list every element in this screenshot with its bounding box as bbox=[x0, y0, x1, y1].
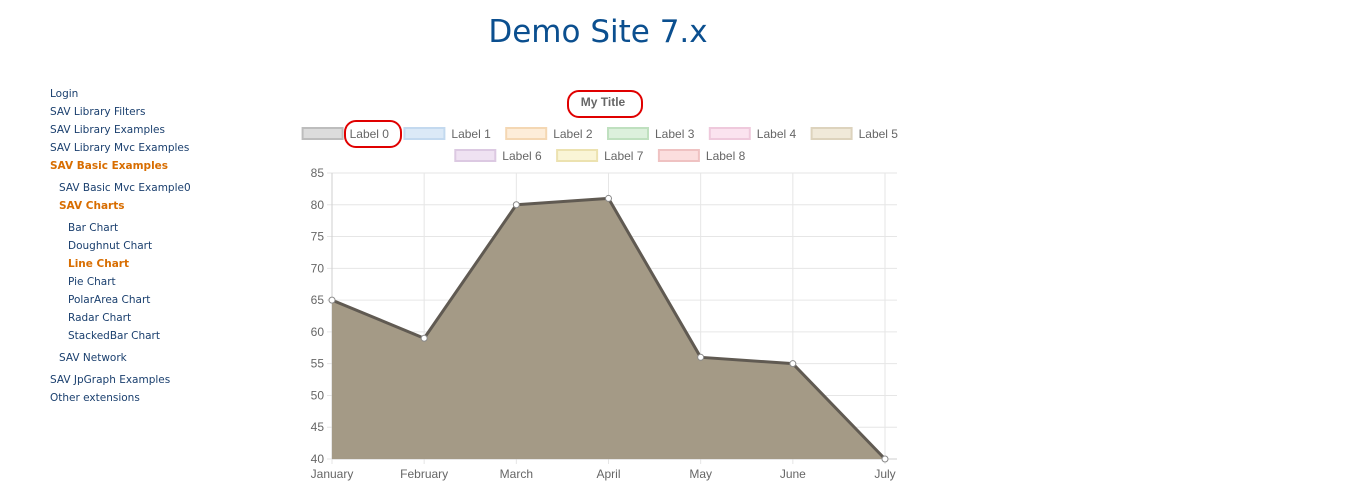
legend-label-0: Label 0 bbox=[350, 127, 390, 141]
y-tick-label-7: 75 bbox=[311, 230, 325, 244]
y-tick-label-9: 85 bbox=[311, 166, 325, 180]
y-tick-label-3: 55 bbox=[311, 357, 325, 371]
chart-title: My Title bbox=[581, 95, 626, 109]
legend-label-7: Label 7 bbox=[604, 149, 644, 163]
y-tick-label-4: 60 bbox=[311, 325, 325, 339]
legend-swatch-2 bbox=[505, 127, 548, 140]
legend-label-5: Label 5 bbox=[859, 127, 899, 141]
y-tick-label-2: 50 bbox=[311, 388, 325, 402]
site-title: Demo Site 7.x bbox=[488, 14, 708, 50]
legend-swatch-4 bbox=[708, 127, 751, 140]
nav-item-polararea-chart[interactable]: PolarArea Chart bbox=[68, 294, 150, 306]
x-tick-label-2: March bbox=[500, 467, 533, 481]
x-tick-label-3: April bbox=[596, 467, 620, 481]
nav-item-sav-library-examples[interactable]: SAV Library Examples bbox=[50, 124, 165, 136]
x-tick-label-5: June bbox=[780, 467, 806, 481]
y-tick-label-8: 80 bbox=[311, 198, 325, 212]
legend-label-3: Label 3 bbox=[655, 127, 695, 141]
data-point-2 bbox=[512, 201, 520, 209]
chart-svg: My Title Label 0 Label 1 Label 2 Label 3 Labe… bbox=[301, 95, 899, 481]
legend-label-1: Label 1 bbox=[451, 127, 491, 141]
nav-item-sav-network[interactable]: SAV Network bbox=[59, 352, 127, 364]
legend-swatch-8 bbox=[657, 149, 700, 162]
legend-swatch-1 bbox=[403, 127, 446, 140]
y-tick-label-6: 70 bbox=[311, 261, 325, 275]
legend-swatch-6 bbox=[454, 149, 497, 162]
nav-item-sav-jpgraph-examples[interactable]: SAV JpGraph Examples bbox=[50, 374, 170, 386]
nav-item-stackedbar-chart[interactable]: StackedBar Chart bbox=[68, 330, 160, 342]
nav-item-sav-library-mvc-examples[interactable]: SAV Library Mvc Examples bbox=[50, 142, 189, 154]
x-tick-label-1: February bbox=[400, 467, 448, 481]
nav-item-sav-library-filters[interactable]: SAV Library Filters bbox=[50, 106, 145, 118]
nav-item-sav-basic-mvc-example0[interactable]: SAV Basic Mvc Example0 bbox=[59, 182, 191, 194]
data-point-0 bbox=[328, 296, 336, 304]
legend-label-2: Label 2 bbox=[553, 127, 593, 141]
nav-item-doughnut-chart[interactable]: Doughnut Chart bbox=[68, 240, 152, 252]
data-point-6 bbox=[881, 455, 889, 463]
nav-item-pie-chart[interactable]: Pie Chart bbox=[68, 276, 116, 288]
nav-item-radar-chart[interactable]: Radar Chart bbox=[68, 312, 131, 324]
series-area-0 bbox=[332, 198, 885, 459]
data-point-3 bbox=[605, 194, 612, 202]
legend-label-6: Label 6 bbox=[502, 149, 542, 163]
nav-item-line-chart[interactable]: Line Chart bbox=[68, 258, 129, 270]
data-point-4 bbox=[697, 353, 705, 361]
line-chart: My Title Label 0 Label 1 Label 2 Label 3 Labe… bbox=[298, 86, 908, 491]
legend-swatch-0 bbox=[301, 127, 344, 140]
legend-label-8: Label 8 bbox=[706, 149, 746, 163]
data-point-5 bbox=[789, 360, 797, 368]
x-tick-label-6: July bbox=[874, 467, 895, 481]
y-tick-label-0: 40 bbox=[311, 452, 325, 466]
legend-label-4: Label 4 bbox=[757, 127, 797, 141]
data-point-1 bbox=[420, 334, 428, 342]
nav-item-sav-basic-examples[interactable]: SAV Basic Examples bbox=[50, 160, 168, 172]
legend-swatch-5 bbox=[810, 127, 853, 140]
nav-item-login[interactable]: Login bbox=[50, 88, 78, 100]
legend-swatch-7 bbox=[556, 149, 599, 162]
y-tick-label-1: 45 bbox=[311, 420, 325, 434]
nav-item-other-extensions[interactable]: Other extensions bbox=[50, 392, 140, 404]
x-tick-label-0: January bbox=[311, 467, 354, 481]
nav-item-sav-charts[interactable]: SAV Charts bbox=[59, 200, 124, 212]
x-tick-label-4: May bbox=[689, 467, 712, 481]
nav-item-bar-chart[interactable]: Bar Chart bbox=[68, 222, 118, 234]
y-tick-label-5: 65 bbox=[311, 293, 325, 307]
legend-swatch-3 bbox=[607, 127, 649, 140]
